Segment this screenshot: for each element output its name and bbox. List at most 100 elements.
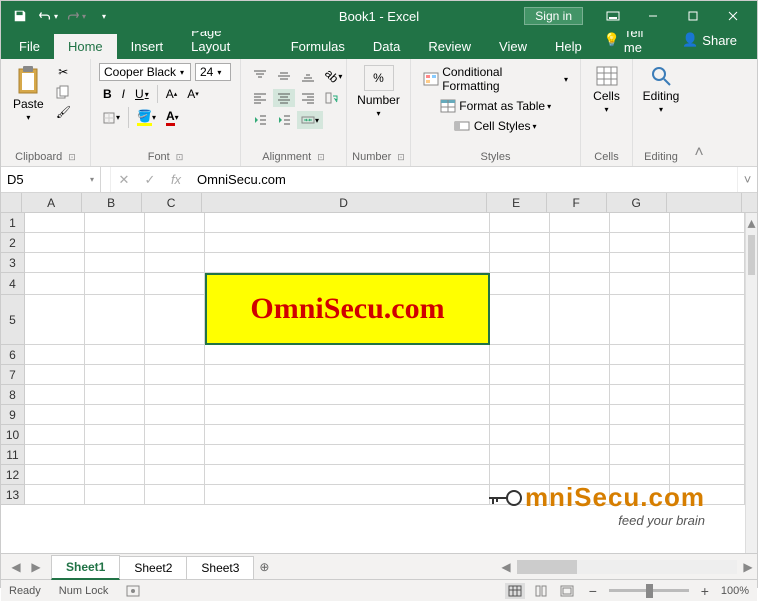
cell[interactable] [205, 345, 490, 365]
collapse-ribbon-icon[interactable]: ˄ [689, 59, 709, 166]
cell[interactable] [205, 425, 490, 445]
row-header[interactable]: 11 [1, 445, 25, 465]
cell[interactable] [550, 445, 610, 465]
sheet-nav-next-icon[interactable]: ▶ [27, 560, 45, 574]
zoom-slider[interactable] [609, 589, 689, 592]
align-bottom-button[interactable] [297, 67, 319, 85]
undo-icon[interactable]: ▾ [35, 4, 61, 28]
cell[interactable] [550, 405, 610, 425]
row-header[interactable]: 4 [1, 273, 25, 295]
cell[interactable] [25, 405, 85, 425]
column-header[interactable]: D [202, 193, 487, 213]
cell[interactable] [490, 233, 550, 253]
merge-center-button[interactable]: ▾ [297, 111, 323, 129]
cell[interactable] [145, 273, 205, 295]
cell[interactable] [205, 485, 490, 505]
name-box[interactable]: D5▾ [1, 167, 101, 192]
cell[interactable] [25, 385, 85, 405]
row-header[interactable]: 8 [1, 385, 25, 405]
tab-home[interactable]: Home [54, 34, 117, 59]
row-header[interactable]: 12 [1, 465, 25, 485]
cell[interactable] [85, 213, 145, 233]
minimize-icon[interactable] [633, 4, 673, 28]
cell[interactable] [610, 405, 670, 425]
align-right-button[interactable] [297, 89, 319, 107]
font-name-select[interactable]: Cooper Black▾ [99, 63, 191, 81]
sheet-tab-2[interactable]: Sheet2 [119, 556, 187, 579]
cell[interactable] [610, 213, 670, 233]
cell[interactable] [205, 445, 490, 465]
cell[interactable] [145, 213, 205, 233]
hscroll-left-icon[interactable]: ◀ [497, 560, 515, 574]
launcher-icon[interactable]: ⊡ [68, 152, 76, 163]
cell[interactable] [550, 213, 610, 233]
cell-styles-button[interactable]: Cell Styles▾ [419, 117, 572, 135]
add-sheet-button[interactable]: ⊕ [253, 560, 275, 574]
cell[interactable] [25, 445, 85, 465]
cell[interactable] [85, 253, 145, 273]
cell[interactable] [550, 425, 610, 445]
zoom-level[interactable]: 100% [721, 585, 749, 597]
row-header[interactable]: 6 [1, 345, 25, 365]
column-header[interactable]: C [142, 193, 202, 213]
view-page-break-icon[interactable] [557, 583, 577, 599]
row-header[interactable]: 13 [1, 485, 25, 505]
number-format-button[interactable]: % Number ▾ [355, 63, 402, 120]
cell[interactable] [490, 385, 550, 405]
cell[interactable] [490, 213, 550, 233]
launcher-icon[interactable]: ⊡ [176, 152, 184, 163]
cell[interactable] [85, 405, 145, 425]
cell[interactable] [25, 465, 85, 485]
cell[interactable] [25, 345, 85, 365]
maximize-icon[interactable] [673, 4, 713, 28]
tab-view[interactable]: View [485, 34, 541, 59]
cell[interactable] [205, 233, 490, 253]
cell[interactable] [205, 465, 490, 485]
cell[interactable] [610, 233, 670, 253]
cell[interactable] [25, 365, 85, 385]
macro-record-icon[interactable] [126, 584, 140, 598]
cell[interactable] [610, 295, 670, 345]
ribbon-options-icon[interactable] [593, 4, 633, 28]
conditional-formatting-button[interactable]: Conditional Formatting▾ [419, 63, 572, 95]
sheet-nav-prev-icon[interactable]: ◀ [7, 560, 25, 574]
wrap-text-button[interactable] [321, 89, 343, 107]
cell[interactable] [205, 213, 490, 233]
column-header[interactable]: F [547, 193, 607, 213]
cell[interactable] [550, 365, 610, 385]
increase-font-button[interactable]: A▴ [162, 85, 182, 103]
cell[interactable] [145, 253, 205, 273]
fill-color-button[interactable]: 🪣▾ [133, 107, 160, 128]
column-header[interactable]: G [607, 193, 667, 213]
cell[interactable] [85, 365, 145, 385]
cell[interactable] [25, 425, 85, 445]
cell[interactable] [610, 273, 670, 295]
cell[interactable] [145, 485, 205, 505]
sheet-tab-1[interactable]: Sheet1 [51, 555, 120, 580]
column-header[interactable]: B [82, 193, 142, 213]
cell[interactable] [85, 295, 145, 345]
view-page-layout-icon[interactable] [531, 583, 551, 599]
merged-cell-d4-d5[interactable]: OmniSecu.com [205, 273, 490, 345]
zoom-in-button[interactable]: + [695, 583, 715, 599]
launcher-icon[interactable]: ⊡ [397, 152, 405, 163]
zoom-out-button[interactable]: − [583, 583, 603, 599]
cell[interactable] [550, 345, 610, 365]
align-middle-button[interactable] [273, 67, 295, 85]
cell[interactable] [205, 385, 490, 405]
tab-help[interactable]: Help [541, 34, 596, 59]
tab-formulas[interactable]: Formulas [277, 34, 359, 59]
cancel-formula-icon[interactable]: ✕ [111, 167, 137, 192]
cell[interactable] [490, 425, 550, 445]
underline-button[interactable]: U▾ [131, 85, 153, 103]
formula-input[interactable]: OmniSecu.com [189, 167, 737, 192]
align-center-button[interactable] [273, 89, 295, 107]
row-header[interactable]: 2 [1, 233, 25, 253]
row-header[interactable]: 5 [1, 295, 25, 345]
cell[interactable] [145, 295, 205, 345]
align-top-button[interactable] [249, 67, 271, 85]
decrease-font-button[interactable]: A▾ [183, 85, 203, 103]
cell[interactable] [85, 273, 145, 295]
cell[interactable] [490, 295, 550, 345]
cell[interactable] [145, 365, 205, 385]
